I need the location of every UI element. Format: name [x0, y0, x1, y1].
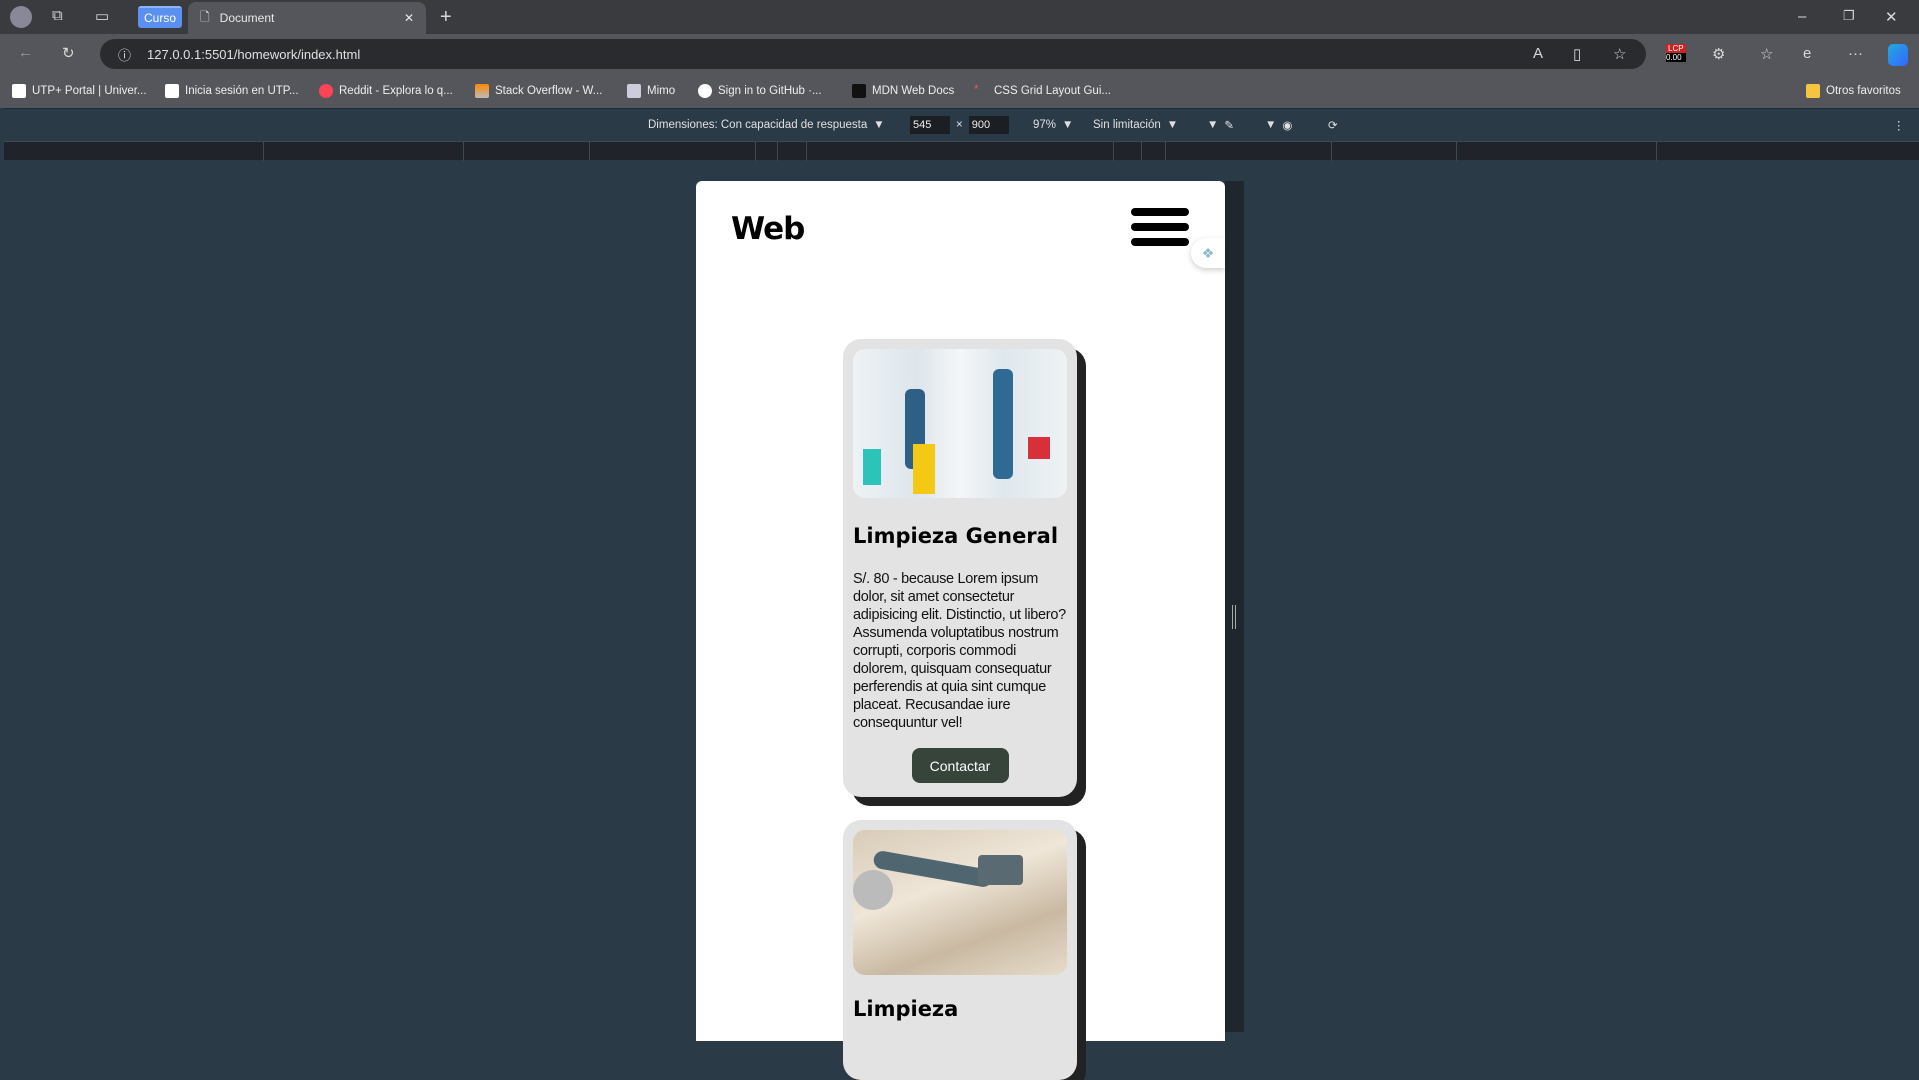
other-favorites[interactable]: Otros favoritos	[1806, 74, 1901, 108]
restore-icon[interactable]: ❐	[1843, 8, 1855, 24]
dropdown-icon: ▼	[1265, 118, 1277, 131]
contact-button[interactable]: Contactar	[911, 748, 1009, 783]
eyedropper-icon: ✎	[1224, 119, 1235, 132]
hamburger-menu-icon[interactable]	[1131, 208, 1189, 253]
more-icon[interactable]: ···	[1848, 45, 1863, 62]
dropdown-icon: ▼	[873, 118, 885, 131]
tab-bar: ⧉ ▭ Curso 🗋 Document ✕ + – ❐ ✕	[0, 0, 1919, 34]
bookmark-mimo[interactable]: Mimo	[627, 74, 675, 108]
workspaces-icon[interactable]: ⧉	[52, 7, 63, 24]
url-text[interactable]: 127.0.0.1:5501/homework/index.html	[147, 47, 360, 62]
tab-document[interactable]: 🗋 Document ✕	[188, 2, 426, 34]
extension-float-icon[interactable]: ❖	[1191, 238, 1225, 268]
read-aloud-icon[interactable]: A	[1533, 45, 1543, 62]
back-icon[interactable]: ←	[18, 44, 33, 61]
site-logo[interactable]: Web	[731, 211, 805, 247]
dropdown-icon: ▼	[1166, 118, 1179, 131]
tab-group-curso[interactable]: Curso	[138, 6, 183, 28]
bookmark-stackoverflow[interactable]: Stack Overflow - W...	[475, 74, 602, 108]
service-card: Limpieza General S/. 80 - because Lorem …	[843, 339, 1077, 797]
bookmark-utp-login[interactable]: Inicia sesión en UTP...	[165, 74, 299, 108]
immersive-reader-icon[interactable]: ▯	[1573, 45, 1581, 63]
favorites-icon[interactable]: ☆	[1760, 45, 1773, 63]
card-image-cleaning	[853, 349, 1067, 498]
extensions-icon[interactable]: ⚙	[1712, 45, 1725, 63]
stackoverflow-icon	[475, 84, 489, 98]
throttle-value: Sin limitación	[1093, 118, 1161, 131]
lcp-extension[interactable]: LCP 0.00	[1666, 44, 1686, 68]
bookmark-label: Sign in to GitHub ·...	[718, 85, 822, 97]
lcp-value: 0.00	[1666, 53, 1686, 62]
tab-title: Document	[219, 11, 275, 25]
bookmark-utp-portal[interactable]: UTP+ Portal | Univer...	[12, 74, 147, 108]
card-title: Limpieza	[853, 997, 959, 1021]
copilot-icon[interactable]	[1888, 44, 1908, 66]
utp-icon	[165, 84, 179, 98]
mdn-icon	[852, 84, 866, 98]
new-tab-icon[interactable]: +	[440, 6, 452, 29]
close-window-icon[interactable]: ✕	[1885, 8, 1898, 26]
height-input[interactable]	[968, 115, 1009, 134]
asterisk-icon: *	[974, 84, 979, 96]
card-description: S/. 80 - because Lorem ipsum dolor, sit …	[853, 571, 1066, 731]
address-bar[interactable]: ⓘ 127.0.0.1:5501/homework/index.html	[100, 39, 1646, 69]
profile-avatar[interactable]	[10, 6, 32, 28]
eyedropper-button[interactable]: ▼ ✎	[1207, 108, 1234, 141]
times-sign: ×	[956, 118, 963, 131]
page-viewport: Web ❖ Limpieza General S/. 80 - because …	[696, 181, 1225, 1080]
bookmark-reddit[interactable]: Reddit - Explora lo q...	[319, 74, 453, 108]
github-icon	[698, 84, 712, 98]
mimo-icon	[627, 84, 641, 98]
resize-handle[interactable]	[1232, 605, 1236, 629]
throttle-select[interactable]: Sin limitación ▼	[1093, 108, 1178, 141]
width-input[interactable]	[910, 115, 950, 134]
minimize-icon[interactable]: –	[1798, 8, 1806, 25]
dimensions-select[interactable]: Dimensiones: Con capacidad de respuesta ▼	[648, 108, 885, 141]
bookmark-label: CSS Grid Layout Gui...	[994, 85, 1111, 97]
media-query-ruler[interactable]	[4, 141, 1919, 161]
zoom-select[interactable]: 97% ▼	[1033, 108, 1073, 141]
rotate-icon[interactable]: ⟳	[1328, 108, 1338, 141]
service-card: Limpieza	[843, 820, 1077, 1080]
bookmark-label: Mimo	[647, 85, 676, 97]
lcp-badge: LCP	[1666, 44, 1686, 53]
other-favorites-label: Otros favoritos	[1826, 85, 1901, 97]
info-icon[interactable]: ⓘ	[118, 45, 131, 64]
bookmark-css-grid[interactable]: * CSS Grid Layout Gui...	[974, 74, 1111, 108]
bookmark-label: Inicia sesión en UTP...	[185, 85, 299, 97]
favorite-star-icon[interactable]: ☆	[1613, 45, 1626, 63]
close-tab-icon[interactable]: ✕	[404, 11, 414, 25]
card-title: Limpieza General	[853, 524, 1059, 548]
card-image-vacuum	[853, 830, 1067, 975]
ie-mode-icon[interactable]: e	[1803, 45, 1811, 62]
page-icon: 🗋	[200, 9, 210, 24]
dropdown-icon: ▼	[1062, 118, 1074, 131]
device-more-icon[interactable]: ⋮	[1893, 108, 1905, 141]
bookmark-label: UTP+ Portal | Univer...	[32, 85, 147, 97]
eye-icon: ◉	[1282, 119, 1293, 132]
folder-icon	[1806, 84, 1820, 98]
vision-button[interactable]: ▼ ◉	[1265, 108, 1292, 141]
zoom-value: 97%	[1033, 118, 1057, 131]
dimensions-label: Dimensiones: Con capacidad de respuesta	[648, 118, 868, 131]
utp-icon	[12, 84, 26, 98]
bookmark-label: Stack Overflow - W...	[495, 85, 603, 97]
vertical-tabs-icon[interactable]: ▭	[95, 7, 109, 25]
reload-icon[interactable]: ↻	[62, 44, 75, 62]
bookmark-label: Reddit - Explora lo q...	[339, 85, 453, 97]
dropdown-icon: ▼	[1207, 118, 1219, 131]
bookmark-mdn[interactable]: MDN Web Docs	[852, 74, 954, 108]
bookmark-github[interactable]: Sign in to GitHub ·...	[698, 74, 822, 108]
reddit-icon	[319, 84, 333, 98]
bookmark-label: MDN Web Docs	[872, 85, 955, 97]
